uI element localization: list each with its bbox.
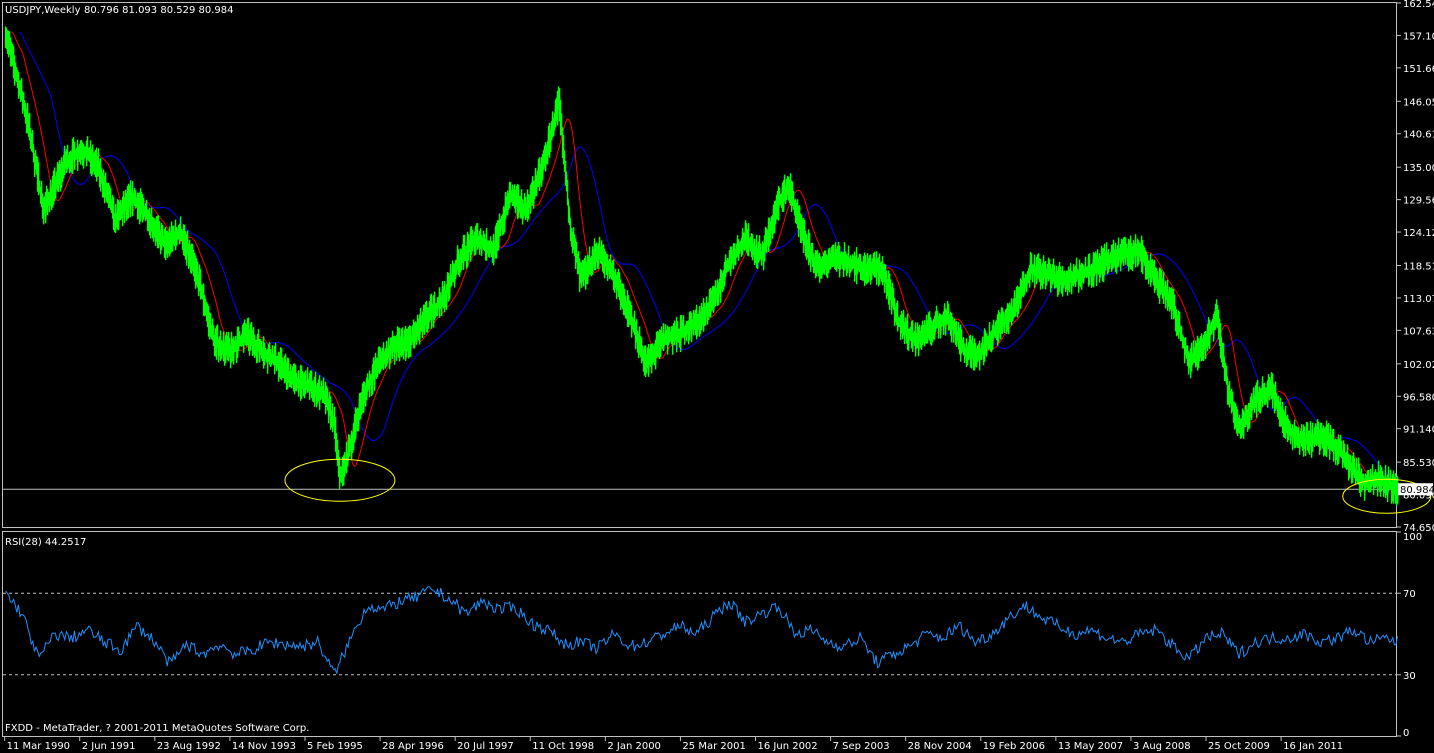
time-tick-label: 14 Nov 1993 [232, 741, 296, 752]
price-tick-label: 118.510 [1403, 262, 1434, 273]
time-tick-label: 5 Feb 1995 [307, 741, 363, 752]
current-price-label: 80.984 [1400, 485, 1434, 496]
price-tick-label: 91.140 [1403, 425, 1434, 436]
price-tick-label: 146.050 [1403, 97, 1434, 108]
price-tick-label: 96.580 [1403, 392, 1434, 403]
price-tick-label: 107.630 [1403, 326, 1434, 337]
time-tick-label: 16 Jan 2011 [1283, 741, 1343, 752]
price-tick-label: 124.120 [1403, 228, 1434, 239]
chart-background [0, 0, 1434, 753]
time-tick-label: 28 Apr 1996 [382, 741, 444, 752]
ohlc-readout: 80.796 81.093 80.529 80.984 [84, 5, 234, 16]
rsi-tick-label: 70 [1403, 589, 1416, 600]
rsi-title: RSI(28) 44.2517 [5, 537, 86, 548]
time-tick-label: 3 Aug 2008 [1133, 741, 1191, 752]
price-tick-label: 135.000 [1403, 163, 1434, 174]
time-tick-label: 2 Jun 1991 [82, 741, 136, 752]
rsi-tick-label: 0 [1403, 728, 1409, 739]
price-tick-label: 102.020 [1403, 360, 1434, 371]
chart-title: USDJPY,Weekly [5, 5, 81, 16]
rsi-tick-label: 30 [1403, 671, 1416, 682]
copyright-text: FXDD - MetaTrader, ? 2001-2011 MetaQuote… [5, 723, 309, 734]
time-tick-label: 19 Feb 2006 [983, 741, 1045, 752]
time-tick-label: 25 Mar 2001 [682, 741, 745, 752]
time-tick-label: 13 May 2007 [1058, 741, 1123, 752]
time-tick-label: 11 Oct 1998 [532, 741, 594, 752]
time-tick-label: 11 Mar 1990 [7, 741, 70, 752]
current-price-tag: 80.984 [1398, 483, 1434, 496]
price-tick-label: 162.540 [1403, 0, 1434, 10]
time-tick-label: 28 Nov 2004 [908, 741, 972, 752]
price-tick-label: 113.070 [1403, 294, 1434, 305]
price-tick-label: 157.100 [1403, 31, 1434, 42]
price-tick-label: 140.610 [1403, 130, 1434, 141]
time-tick-label: 20 Jul 1997 [457, 741, 514, 752]
time-tick-label: 7 Sep 2003 [833, 741, 890, 752]
time-tick-label: 2 Jan 2000 [607, 741, 661, 752]
price-tick-label: 85.530 [1403, 458, 1434, 469]
price-tick-label: 151.660 [1403, 64, 1434, 75]
rsi-tick-label: 100 [1403, 532, 1422, 543]
chart-window[interactable]: USDJPY,Weekly 80.796 81.093 80.529 80.98… [0, 0, 1434, 753]
price-tick-label: 129.560 [1403, 196, 1434, 207]
time-tick-label: 16 Jun 2002 [758, 741, 818, 752]
time-tick-label: 23 Aug 1992 [157, 741, 221, 752]
time-tick-label: 25 Oct 2009 [1208, 741, 1270, 752]
